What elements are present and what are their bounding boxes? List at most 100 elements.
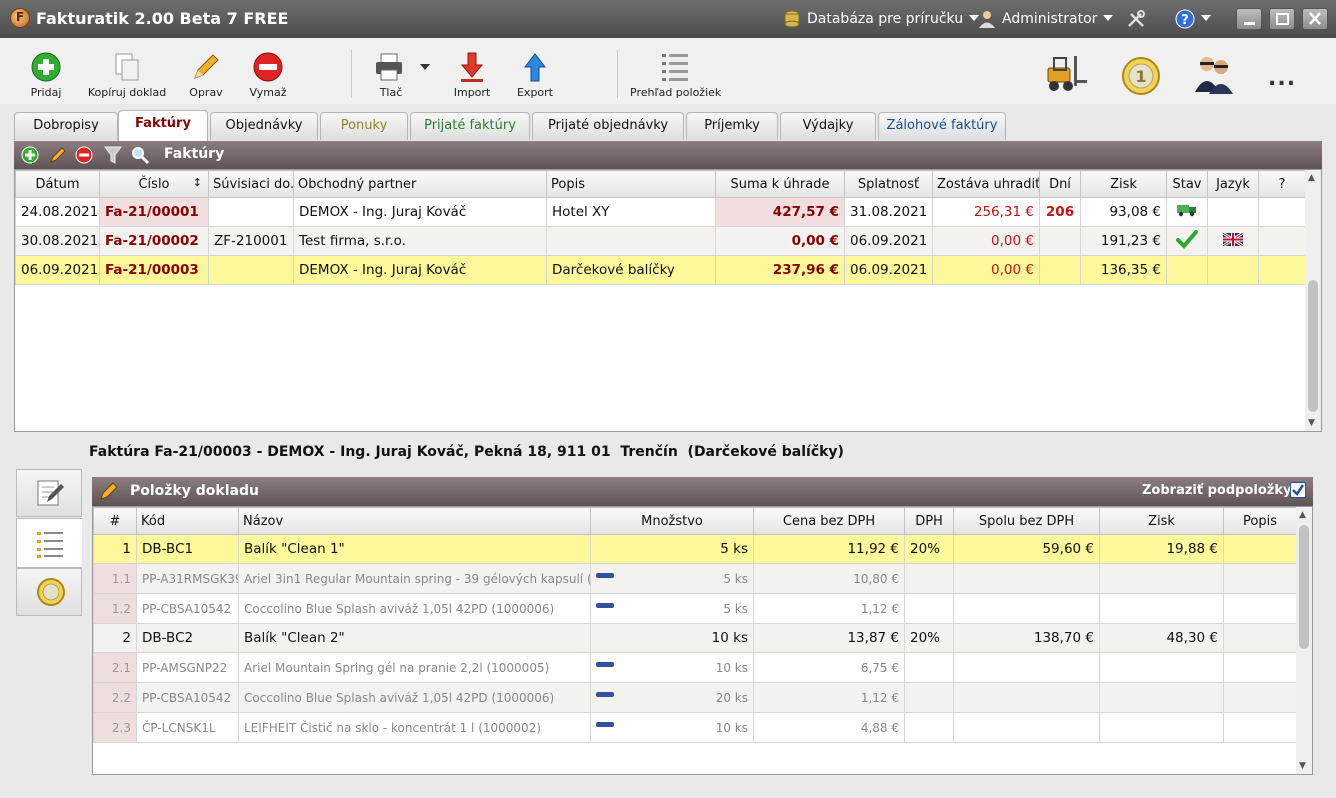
tab-ponuky[interactable]: Ponuky xyxy=(320,112,408,140)
col-header-status[interactable]: Stav xyxy=(1166,170,1208,198)
col-header-due[interactable]: Splatnosť xyxy=(844,170,933,198)
user-menu[interactable]: Administrator xyxy=(1002,11,1114,27)
cell-vat xyxy=(904,712,954,743)
coin-icon xyxy=(37,578,65,606)
tab-faktury[interactable]: Faktúry xyxy=(118,110,208,141)
table-row[interactable]: 24.08.2021 Fa-21/00001 DEMOX - Ing. Jura… xyxy=(15,197,1306,227)
help-menu[interactable]: ? xyxy=(1175,9,1215,29)
pencil-icon[interactable] xyxy=(48,145,68,165)
col-header-quantity[interactable]: Množstvo xyxy=(590,507,754,535)
export-button[interactable]: Export xyxy=(515,50,555,99)
edit-button[interactable]: Oprav xyxy=(186,50,226,99)
col-header-partner[interactable]: Obchodný partner xyxy=(293,170,547,198)
cell-related: ZF-210001 xyxy=(208,226,294,256)
cell-description: Hotel XY xyxy=(546,197,716,227)
side-tab-items[interactable] xyxy=(16,518,82,568)
search-icon[interactable] xyxy=(130,145,150,165)
table-row-selected[interactable]: 06.09.2021 Fa-21/00003 DEMOX - Ing. Jura… xyxy=(15,255,1306,285)
cell-profit xyxy=(1099,712,1224,743)
cell-related xyxy=(208,197,294,227)
tab-objednavky[interactable]: Objednávky xyxy=(210,112,318,140)
chevron-down-icon[interactable] xyxy=(420,64,430,70)
col-header-profit[interactable]: Zisk xyxy=(1080,170,1167,198)
cell-total xyxy=(953,593,1100,624)
maximize-button[interactable] xyxy=(1269,8,1295,30)
cell-note xyxy=(1223,593,1297,624)
col-header-date[interactable]: Dátum xyxy=(15,170,100,198)
minimize-button[interactable] xyxy=(1236,8,1262,30)
database-menu[interactable]: Databáza pre príručku xyxy=(807,11,980,27)
cell-status xyxy=(1166,197,1208,227)
subitem-row[interactable]: 2.1 PP-AMSGNP22 Ariel Mountain Spring gé… xyxy=(93,652,1297,683)
copy-document-button[interactable]: Kopíruj doklad xyxy=(86,50,168,99)
col-header-days[interactable]: Dní xyxy=(1039,170,1081,198)
cell-code: PP-AMSGNP22 xyxy=(136,652,239,683)
tab-prijate-objednavky[interactable]: Prijaté objednávky xyxy=(532,112,684,140)
print-button[interactable]: Tlač xyxy=(370,50,430,99)
copy-icon xyxy=(115,53,139,81)
cell-partner: Test firma, s.r.o. xyxy=(293,226,547,256)
col-header-code[interactable]: Kód xyxy=(136,507,239,535)
col-header-sum[interactable]: Suma k úhrade xyxy=(715,170,845,198)
subitem-row[interactable]: 1.1 PP-A31RMSGK39 Ariel 3in1 Regular Mou… xyxy=(93,563,1297,594)
col-header-note[interactable]: Popis xyxy=(1223,507,1297,535)
scroll-down-icon[interactable]: ▼ xyxy=(1308,418,1315,428)
maximize-icon xyxy=(1276,13,1289,25)
col-header-profit[interactable]: Zisk xyxy=(1099,507,1224,535)
scroll-up-icon[interactable]: ▲ xyxy=(1308,173,1315,183)
side-tab-payments[interactable] xyxy=(16,568,82,616)
subitem-row[interactable]: 2.3 ČP-LCNSK1L LEIFHEIT Čistič na sklo -… xyxy=(93,712,1297,743)
delete-button[interactable]: Vymaž xyxy=(248,50,288,99)
add-button[interactable]: Pridaj xyxy=(26,50,66,99)
col-header-related[interactable]: Súvisiaci do... xyxy=(208,170,294,198)
show-subitems-checkbox[interactable] xyxy=(1290,482,1306,498)
scrollbar-thumb[interactable] xyxy=(1308,280,1318,412)
subitem-row[interactable]: 1.2 PP-CBSA10542 Coccolino Blue Splash a… xyxy=(93,593,1297,624)
items-overview-button[interactable]: Prehľad položiek xyxy=(630,50,721,99)
scrollbar-thumb[interactable] xyxy=(1299,525,1309,649)
users-icon[interactable] xyxy=(1192,52,1236,96)
tab-vydajky[interactable]: Výdajky xyxy=(780,112,876,140)
printer-icon xyxy=(376,53,402,81)
toolbar-separator xyxy=(351,50,352,98)
import-button[interactable]: Import xyxy=(452,50,492,99)
cell-price: 1,12 € xyxy=(753,593,905,624)
delete-icon[interactable] xyxy=(74,145,94,165)
col-header-remaining[interactable]: Zostáva uhradiť xyxy=(932,170,1040,198)
col-header-language[interactable]: Jazyk xyxy=(1207,170,1259,198)
tools-icon[interactable] xyxy=(1126,9,1146,29)
tab-prijemky[interactable]: Príjemky xyxy=(686,112,778,140)
forklift-icon[interactable] xyxy=(1044,54,1088,94)
col-header-price[interactable]: Cena bez DPH xyxy=(753,507,905,535)
col-header-name[interactable]: Názov xyxy=(238,507,591,535)
subitem-row[interactable]: 2.2 PP-CBSA10542 Coccolino Blue Splash a… xyxy=(93,682,1297,713)
scroll-up-icon[interactable]: ▲ xyxy=(1299,510,1306,520)
filter-icon[interactable] xyxy=(104,145,122,165)
cell-name: Balík "Clean 1" xyxy=(238,534,591,564)
col-header-index[interactable]: # xyxy=(93,507,137,535)
subitem-bar-icon xyxy=(596,602,614,608)
cell-total: 59,60 € xyxy=(953,534,1100,564)
coin-icon[interactable]: 1 xyxy=(1121,56,1161,96)
table-row[interactable]: 30.08.2021 Fa-21/00002 ZF-210001 Test fi… xyxy=(15,226,1306,256)
tab-zalohove-faktury[interactable]: Zálohové faktúry xyxy=(878,112,1006,140)
items-scrollbar[interactable]: ▲ ▼ xyxy=(1296,507,1312,774)
tab-prijate-faktury[interactable]: Prijaté faktúry xyxy=(410,112,530,140)
cell-price: 13,87 € xyxy=(753,623,905,653)
side-tab-document[interactable] xyxy=(16,469,82,517)
col-header-vat[interactable]: DPH xyxy=(904,507,954,535)
col-header-total[interactable]: Spolu bez DPH xyxy=(953,507,1100,535)
table-header-row: # Kód Názov Množstvo Cena bez DPH DPH Sp… xyxy=(93,507,1297,535)
scroll-down-icon[interactable]: ▼ xyxy=(1299,761,1306,771)
add-icon[interactable] xyxy=(20,145,40,165)
item-row[interactable]: 2 DB-BC2 Balík "Clean 2" 10 ks 13,87 € 2… xyxy=(93,623,1297,653)
more-options-button[interactable]: ... xyxy=(1268,66,1296,91)
invoices-scrollbar[interactable]: ▲ ▼ xyxy=(1305,170,1321,431)
col-header-number[interactable]: Číslo ↕ xyxy=(99,170,209,198)
close-button[interactable] xyxy=(1302,8,1328,30)
col-header-info[interactable]: ? xyxy=(1258,170,1306,198)
tab-dobropisy[interactable]: Dobropisy xyxy=(14,112,118,140)
item-row-selected[interactable]: 1 DB-BC1 Balík "Clean 1" 5 ks 11,92 € 20… xyxy=(93,534,1297,564)
col-header-description[interactable]: Popis xyxy=(546,170,716,198)
app-logo-icon xyxy=(10,8,30,28)
